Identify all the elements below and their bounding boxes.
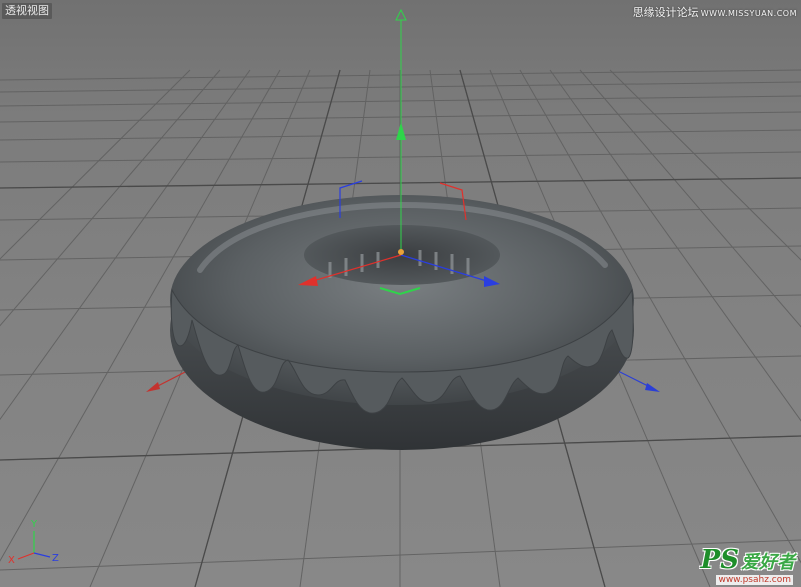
axis-indicator-z-label: Z [52, 553, 59, 564]
watermark-top: 思缘设计论坛 WWW.MISSYUAN.COM [633, 6, 797, 21]
ground-z-axis-arrow [645, 383, 660, 392]
3d-viewport[interactable]: 透视视图 思缘设计论坛 WWW.MISSYUAN.COM Y X Z PS 爱好者 … [0, 0, 801, 587]
ground-x-axis-arrow [146, 382, 160, 392]
gizmo-origin[interactable] [398, 249, 404, 255]
watermark-bottom-url: www.psahz.com [716, 575, 793, 585]
watermark-logo-ps: PS [700, 545, 739, 575]
axis-indicator-y-label: Y [30, 519, 38, 530]
gizmo-y-handle[interactable] [396, 122, 406, 140]
view-title[interactable]: 透视视图 [2, 3, 52, 19]
watermark-logo-cn: 爱好者 [741, 552, 795, 573]
watermark-url: WWW.MISSYUAN.COM [700, 9, 797, 18]
axis-indicator-x-label: X [8, 555, 15, 565]
scene-canvas[interactable] [0, 0, 801, 587]
axis-indicator: Y X Z [8, 519, 59, 565]
watermark-logo: PS 爱好者 [701, 545, 795, 575]
watermark-bottom: PS 爱好者 www.psahz.com [683, 545, 795, 585]
watermark-site: 思缘设计论坛 [632, 6, 699, 19]
gizmo-y-top-arrow [395, 8, 407, 21]
axis-indicator-x-line [17, 552, 35, 560]
axis-indicator-z-line [33, 552, 51, 558]
torus-donut-mesh[interactable] [170, 195, 634, 450]
